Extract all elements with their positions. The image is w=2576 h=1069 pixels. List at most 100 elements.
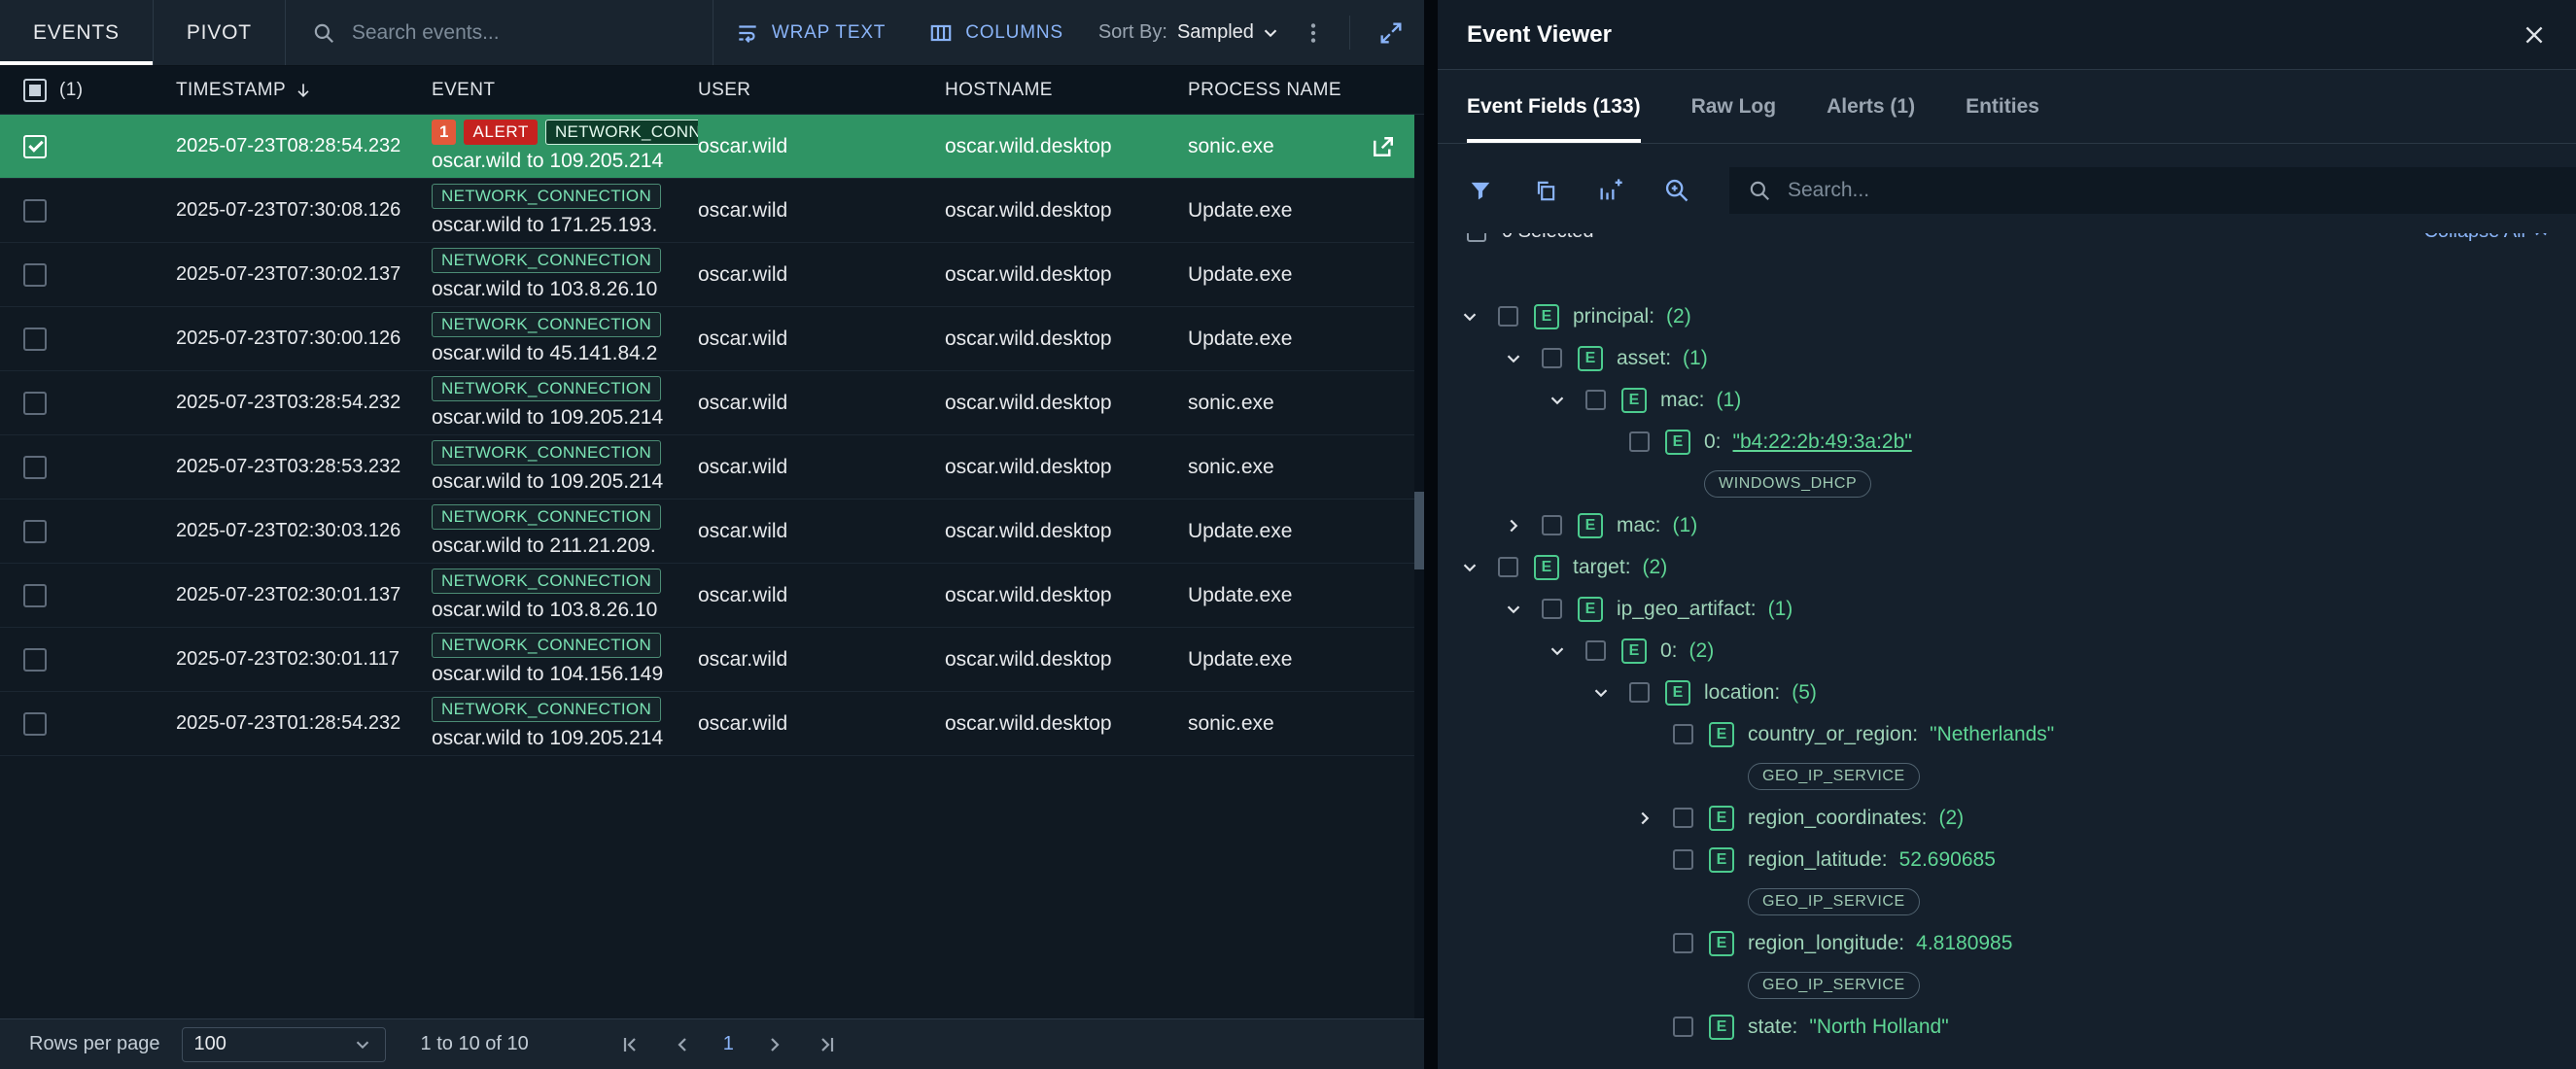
tree-node[interactable]: E region_coordinates: (2) — [1438, 797, 2576, 839]
udm-lens-icon[interactable] — [1663, 177, 1690, 204]
field-value[interactable]: "North Holland" — [1809, 1016, 1948, 1039]
table-row[interactable]: 2025-07-23T08:28:54.232 1 ALERT NETWORK_… — [0, 115, 1424, 179]
tree-checkbox[interactable] — [1498, 557, 1518, 577]
collapse-all-button[interactable]: Collapse All — [2423, 233, 2551, 243]
tree-node[interactable]: E mac: (1) — [1438, 379, 2576, 421]
table-row[interactable]: 2025-07-23T07:30:02.137 NETWORK_CONNECTI… — [0, 243, 1424, 307]
event-type-chip[interactable]: NETWORK_CONNECTION — [545, 120, 698, 145]
event-type-chip[interactable]: NETWORK_CONNECTION — [432, 569, 661, 594]
table-row[interactable]: 2025-07-23T07:30:08.126 NETWORK_CONNECTI… — [0, 179, 1424, 243]
sort-by-control[interactable]: Sort By: Sampled — [1085, 0, 1289, 65]
tree-node[interactable]: E country_or_region: "Netherlands" — [1438, 713, 2576, 755]
scrollbar-thumb[interactable] — [1414, 492, 1424, 569]
table-row[interactable]: 2025-07-23T03:28:54.232 NETWORK_CONNECTI… — [0, 371, 1424, 435]
tree-node[interactable]: E ip_geo_artifact: (1) — [1438, 588, 2576, 630]
chevron-icon[interactable] — [1590, 682, 1629, 704]
rows-per-page-select[interactable]: 100 — [182, 1027, 386, 1062]
event-type-chip[interactable]: NETWORK_CONNECTION — [432, 633, 661, 658]
tree-checkbox[interactable] — [1673, 849, 1693, 870]
events-search-input[interactable] — [350, 20, 703, 46]
row-checkbox[interactable] — [23, 456, 47, 479]
table-row[interactable]: 2025-07-23T01:28:54.232 NETWORK_CONNECTI… — [0, 692, 1424, 756]
panel-divider[interactable] — [1424, 0, 1438, 1069]
field-value[interactable]: 4.8180985 — [1916, 932, 2012, 955]
last-page-button[interactable] — [816, 1033, 839, 1056]
tree-node[interactable]: E target: (2) — [1438, 546, 2576, 588]
tree-checkbox[interactable] — [1673, 724, 1693, 744]
filter-icon[interactable] — [1467, 177, 1494, 204]
tree-node[interactable]: E mac: (1) — [1438, 504, 2576, 546]
table-row[interactable]: 2025-07-23T07:30:00.126 NETWORK_CONNECTI… — [0, 307, 1424, 371]
tree-checkbox[interactable] — [1673, 933, 1693, 953]
fields-search[interactable] — [1729, 167, 2576, 214]
metadata-source-chip[interactable]: GEO_IP_SERVICE — [1748, 763, 1920, 790]
row-checkbox[interactable] — [23, 135, 47, 158]
event-type-chip[interactable]: NETWORK_CONNECTION — [432, 440, 661, 466]
row-checkbox[interactable] — [23, 712, 47, 736]
tree-node[interactable]: E asset: (1) — [1438, 337, 2576, 379]
row-checkbox[interactable] — [23, 328, 47, 351]
event-type-chip[interactable]: NETWORK_CONNECTION — [432, 184, 661, 209]
chevron-icon[interactable] — [1503, 348, 1542, 369]
chevron-icon[interactable] — [1503, 515, 1542, 536]
col-header-hostname[interactable]: HOSTNAME — [945, 80, 1188, 101]
table-row[interactable]: 2025-07-23T03:28:53.232 NETWORK_CONNECTI… — [0, 435, 1424, 500]
chevron-icon[interactable] — [1459, 306, 1498, 328]
events-search[interactable] — [286, 0, 714, 65]
chevron-icon[interactable] — [1547, 640, 1585, 662]
tree-checkbox[interactable] — [1629, 431, 1650, 452]
event-type-chip[interactable]: NETWORK_CONNECTION — [432, 504, 661, 530]
metadata-source-chip[interactable]: WINDOWS_DHCP — [1704, 470, 1871, 498]
table-row[interactable]: 2025-07-23T02:30:03.126 NETWORK_CONNECTI… — [0, 500, 1424, 564]
select-all-fields-checkbox[interactable] — [1467, 233, 1486, 242]
tree-checkbox[interactable] — [1585, 640, 1606, 661]
tree-node[interactable]: E region_longitude: 4.8180985 — [1438, 922, 2576, 964]
tree-checkbox[interactable] — [1673, 1017, 1693, 1037]
tree-node[interactable]: E 0: (2) — [1438, 630, 2576, 672]
row-checkbox[interactable] — [23, 199, 47, 223]
event-type-chip[interactable]: NETWORK_CONNECTION — [432, 376, 661, 401]
wrap-text-button[interactable]: WRAP TEXT — [714, 0, 907, 65]
tree-checkbox[interactable] — [1542, 348, 1562, 368]
row-checkbox[interactable] — [23, 584, 47, 607]
events-pivot-tab[interactable]: PIVOT — [154, 0, 286, 65]
next-page-button[interactable] — [763, 1033, 786, 1056]
current-page[interactable]: 1 — [723, 1033, 734, 1055]
col-header-event[interactable]: EVENT — [432, 80, 698, 101]
expand-table-button[interactable] — [1358, 0, 1424, 65]
tree-checkbox[interactable] — [1542, 599, 1562, 619]
tree-node[interactable]: E location: (5) — [1438, 672, 2576, 713]
copy-fields-icon[interactable] — [1533, 178, 1558, 203]
event-type-chip[interactable]: NETWORK_CONNECTION — [432, 312, 661, 337]
col-header-timestamp[interactable]: TIMESTAMP — [156, 80, 432, 101]
field-value[interactable]: 52.690685 — [1899, 848, 1996, 872]
event-type-chip[interactable]: NETWORK_CONNECTION — [432, 248, 661, 273]
open-event-icon[interactable] — [1369, 132, 1398, 161]
row-checkbox[interactable] — [23, 263, 47, 287]
table-row[interactable]: 2025-07-23T02:30:01.117 NETWORK_CONNECTI… — [0, 628, 1424, 692]
panel-tab[interactable]: Entities — [1966, 70, 2039, 143]
add-chart-icon[interactable] — [1597, 177, 1624, 204]
chevron-icon[interactable] — [1547, 390, 1585, 411]
tree-checkbox[interactable] — [1498, 306, 1518, 327]
fields-search-input[interactable] — [1786, 178, 2559, 203]
panel-tab[interactable]: Event Fields (133) — [1467, 70, 1641, 143]
field-value[interactable]: "b4:22:2b:49:3a:2b" — [1733, 431, 1912, 454]
col-header-process[interactable]: PROCESS NAME — [1188, 80, 1351, 101]
chevron-icon[interactable] — [1459, 557, 1498, 578]
row-checkbox[interactable] — [23, 520, 47, 543]
tree-node[interactable]: E state: "North Holland" — [1438, 1006, 2576, 1048]
tree-node[interactable]: E 0: "b4:22:2b:49:3a:2b" — [1438, 421, 2576, 463]
more-options-button[interactable] — [1289, 0, 1338, 65]
tree-node[interactable]: E region_latitude: 52.690685 — [1438, 839, 2576, 880]
tree-node[interactable]: E principal: (2) — [1438, 295, 2576, 337]
metadata-source-chip[interactable]: GEO_IP_SERVICE — [1748, 888, 1920, 915]
panel-tab[interactable]: Alerts (1) — [1827, 70, 1915, 143]
events-pivot-tab[interactable]: EVENTS — [0, 0, 154, 65]
first-page-button[interactable] — [618, 1033, 642, 1056]
alert-chip[interactable]: ALERT — [464, 120, 538, 145]
select-all-checkbox[interactable] — [23, 79, 47, 102]
table-row[interactable]: 2025-07-23T02:30:01.137 NETWORK_CONNECTI… — [0, 564, 1424, 628]
tree-checkbox[interactable] — [1542, 515, 1562, 535]
table-scrollbar[interactable] — [1414, 115, 1424, 1018]
